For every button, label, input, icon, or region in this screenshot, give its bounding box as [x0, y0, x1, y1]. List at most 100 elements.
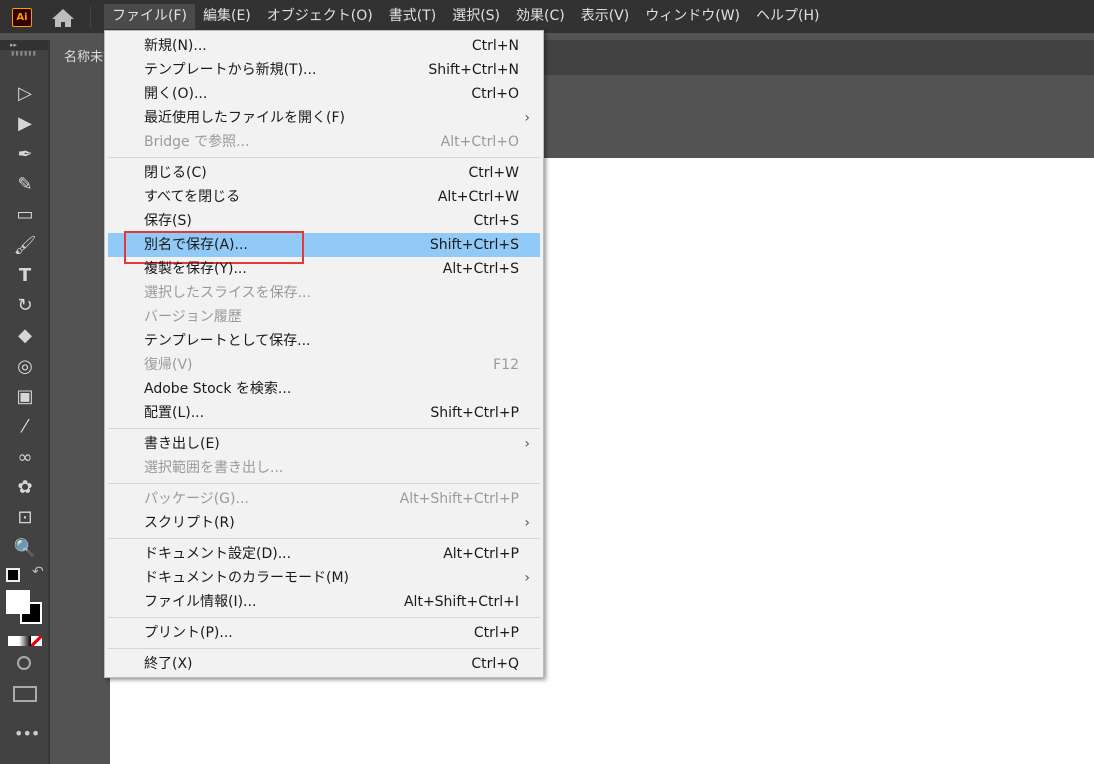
menu-item: 選択範囲を書き出し...	[108, 456, 540, 480]
menu-item-shortcut: Alt+Ctrl+P	[443, 546, 519, 562]
menu-1[interactable]: 編集(E)	[195, 4, 259, 29]
collapse-panel-icon[interactable]: ▸▸	[0, 40, 48, 50]
menu-item-shortcut: Alt+Shift+Ctrl+P	[399, 491, 519, 507]
zoom-tool-icon[interactable]: 🔍	[12, 537, 38, 561]
menu-separator	[108, 483, 540, 484]
swap-colors-icon[interactable]	[6, 568, 20, 582]
menu-2[interactable]: オブジェクト(O)	[259, 4, 381, 29]
menu-item-label: 書き出し(E)	[144, 436, 220, 452]
menu-item: バージョン履歴	[108, 305, 540, 329]
menu-item: 選択したスライスを保存...	[108, 281, 540, 305]
menu-item[interactable]: 保存(S) Ctrl+S	[108, 209, 540, 233]
submenu-chevron-icon: ›	[524, 570, 530, 586]
menu-item-shortcut: Ctrl+O	[471, 86, 519, 102]
menu-item-label: ドキュメント設定(D)...	[144, 546, 292, 562]
menu-item-label: スクリプト(R)	[144, 515, 235, 531]
menu-item[interactable]: 別名で保存(A)... Shift+Ctrl+S	[108, 231, 540, 264]
menu-item-label: Adobe Stock を検索...	[144, 381, 292, 397]
rectangle-tool-icon[interactable]: ▭	[12, 203, 38, 227]
menu-item[interactable]: ドキュメント設定(D)... Alt+Ctrl+P	[108, 542, 540, 566]
menu-item[interactable]: 閉じる(C) Ctrl+W	[108, 161, 540, 185]
menu-item-label: 別名で保存(A)...	[144, 237, 248, 253]
menu-item-label: 選択したスライスを保存...	[144, 285, 311, 301]
eyedropper-tool-icon[interactable]: ⁄	[12, 415, 38, 439]
gradient-tool-icon[interactable]: ▣	[12, 385, 38, 409]
menu-item-label: 配置(L)...	[144, 405, 205, 421]
pen-tool-icon[interactable]: ✒	[12, 143, 38, 167]
screen-mode-icon[interactable]	[13, 686, 37, 702]
menu-item-shortcut: Alt+Ctrl+W	[437, 189, 519, 205]
menu-6[interactable]: 表示(V)	[573, 4, 638, 29]
menu-item-shortcut: F12	[493, 357, 519, 373]
menu-item-label: プリント(P)...	[144, 625, 233, 641]
rotate-tool-icon[interactable]: ↻	[12, 294, 38, 318]
menu-item[interactable]: 書き出し(E) ›	[108, 432, 540, 456]
color-mode-buttons[interactable]	[8, 636, 42, 646]
menu-item-label: テンプレートとして保存...	[144, 333, 311, 349]
fill-swatch[interactable]	[6, 590, 30, 614]
panel-grip[interactable]: ▮▮▮▮▮▮	[0, 50, 48, 60]
menu-item[interactable]: 配置(L)... Shift+Ctrl+P	[108, 401, 540, 425]
menu-0[interactable]: ファイル(F)	[104, 4, 195, 29]
menu-item[interactable]: ファイル情報(I)... Alt+Shift+Ctrl+I	[108, 590, 540, 614]
menu-item[interactable]: テンプレートとして保存...	[108, 329, 540, 353]
menu-item-label: 最近使用したファイルを開く(F)	[144, 110, 345, 126]
menu-7[interactable]: ウィンドウ(W)	[637, 4, 748, 29]
type-tool-icon[interactable]: T	[12, 264, 38, 288]
menu-item-label: 保存(S)	[144, 213, 192, 229]
submenu-chevron-icon: ›	[524, 515, 530, 531]
menu-separator	[108, 617, 540, 618]
menu-item-label: バージョン履歴	[144, 309, 242, 325]
symbol-sprayer-tool-icon[interactable]: ✿	[12, 476, 38, 500]
menu-item-shortcut: Ctrl+N	[471, 38, 519, 54]
eraser-tool-icon[interactable]: ◆	[12, 324, 38, 348]
menu-item[interactable]: 終了(X) Ctrl+Q	[108, 652, 540, 676]
direct-selection-tool-icon[interactable]: ▶	[12, 112, 38, 136]
menu-item-shortcut: Ctrl+Q	[471, 656, 519, 672]
menu-item-label: 新規(N)...	[144, 38, 207, 54]
menu-item-label: 復帰(V)	[144, 357, 193, 373]
menu-8[interactable]: ヘルプ(H)	[748, 4, 827, 29]
menu-3[interactable]: 書式(T)	[381, 4, 444, 29]
menu-item[interactable]: Adobe Stock を検索...	[108, 377, 540, 401]
menu-item-label: 選択範囲を書き出し...	[144, 460, 284, 476]
menu-item-shortcut: Ctrl+W	[468, 165, 519, 181]
menu-item[interactable]: 開く(O)... Ctrl+O	[108, 82, 540, 106]
menu-item[interactable]: スクリプト(R) ›	[108, 511, 540, 535]
menu-item-label: テンプレートから新規(T)...	[144, 62, 317, 78]
menu-item-label: Bridge で参照...	[144, 134, 250, 150]
blend-tool-icon[interactable]: ∞	[12, 446, 38, 470]
menu-item[interactable]: 最近使用したファイルを開く(F) ›	[108, 106, 540, 130]
paintbrush-tool-icon[interactable]: 🖌	[12, 234, 38, 258]
menu-item[interactable]: ドキュメントのカラーモード(M) ›	[108, 566, 540, 590]
menu-item[interactable]: 複製を保存(Y)... Alt+Ctrl+S	[108, 257, 540, 281]
selection-tool-icon[interactable]: ▷	[12, 82, 38, 106]
menu-item[interactable]: すべてを閉じる Alt+Ctrl+W	[108, 185, 540, 209]
home-icon[interactable]	[50, 8, 76, 28]
menu-separator	[108, 648, 540, 649]
menu-item: パッケージ(G)... Alt+Shift+Ctrl+P	[108, 487, 540, 511]
menu-item-label: 複製を保存(Y)...	[144, 261, 247, 277]
menu-item[interactable]: テンプレートから新規(T)... Shift+Ctrl+N	[108, 58, 540, 82]
menu-item-shortcut: Ctrl+P	[473, 625, 519, 641]
document-tab[interactable]: 名称未設定	[52, 40, 112, 75]
menu-item[interactable]: プリント(P)... Ctrl+P	[108, 621, 540, 645]
menu-item-label: 終了(X)	[144, 656, 193, 672]
draw-mode-icon[interactable]	[17, 656, 31, 670]
shape-builder-tool-icon[interactable]: ◎	[12, 355, 38, 379]
menu-item-shortcut: Alt+Ctrl+O	[440, 134, 519, 150]
menu-separator	[108, 428, 540, 429]
more-tools-icon[interactable]: •••	[14, 724, 40, 743]
menu-5[interactable]: 効果(C)	[508, 4, 573, 29]
file-menu-dropdown: 新規(N)... Ctrl+N テンプレートから新規(T)... Shift+Ctrl…	[104, 30, 544, 678]
undo-color-icon[interactable]: ↶	[32, 564, 44, 580]
artboard-tool-icon[interactable]: ⊡	[12, 506, 38, 530]
menu-item[interactable]: 新規(N)... Ctrl+N	[108, 34, 540, 58]
menu-separator	[108, 538, 540, 539]
menu-4[interactable]: 選択(S)	[444, 4, 508, 29]
menu-bar: Ai ファイル(F) 編集(E) オブジェクト(O) 書式(T) 選択(S) 効果(C) 表…	[0, 0, 1094, 33]
menu-item-shortcut: Ctrl+S	[473, 213, 519, 229]
curvature-tool-icon[interactable]: ✎	[12, 173, 38, 197]
menu-item-shortcut: Alt+Ctrl+S	[442, 261, 519, 277]
tools-panel: ▸▸ ▮▮▮▮▮▮ ▷ ▶ ✒ ✎ ▭ 🖌 T ↻ ◆ ◎ ▣ ⁄ ∞ ✿ ⊡ 🔍 ↶ •••	[0, 40, 50, 764]
